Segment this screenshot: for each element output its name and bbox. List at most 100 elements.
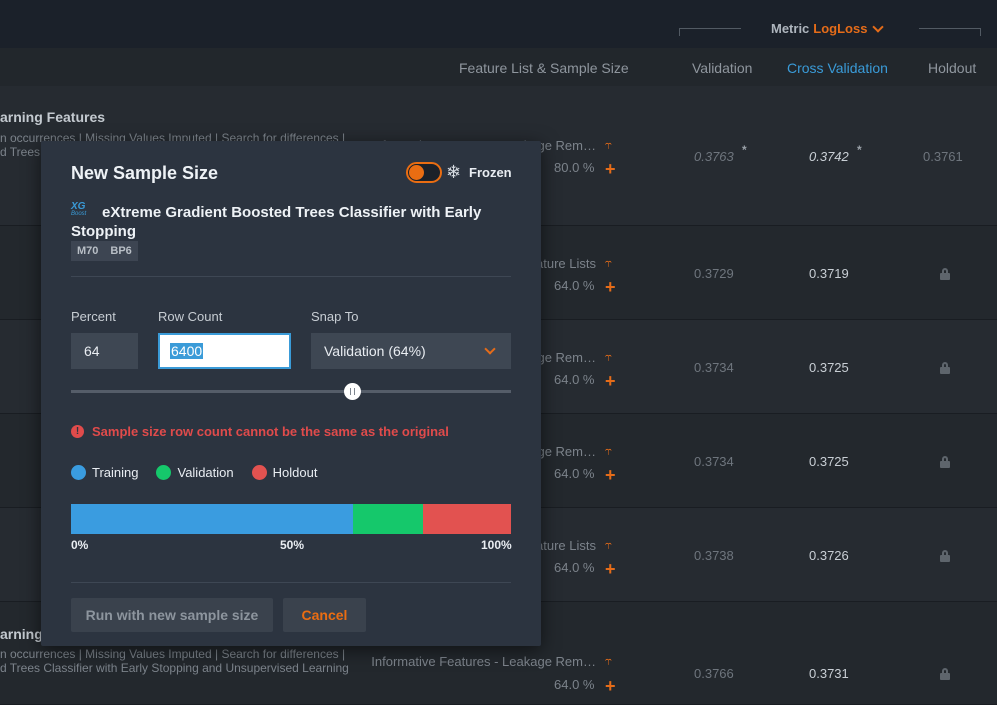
- legend-label: Validation: [177, 465, 234, 480]
- lock-icon[interactable]: [940, 668, 950, 680]
- percent-label: Percent: [71, 309, 116, 324]
- metric-selector[interactable]: Metric LogLoss: [771, 21, 885, 36]
- model-title[interactable]: arning Features: [0, 109, 105, 125]
- tick-label: 0%: [71, 538, 89, 552]
- partition-training: [71, 504, 353, 534]
- sample-pct: 64.0 %: [554, 560, 595, 575]
- model-title[interactable]: arning: [0, 626, 43, 642]
- snowflake-icon: ❄: [446, 162, 462, 182]
- legend-label: Training: [92, 465, 139, 480]
- partition-validation: [352, 504, 423, 534]
- frozen-label: Frozen: [469, 165, 512, 180]
- row-count-label: Row Count: [158, 309, 223, 324]
- new-sample-size-dialog: New Sample Size ❄ Frozen XG Boost eXtrem…: [41, 141, 541, 646]
- plus-icon[interactable]: +: [605, 278, 616, 296]
- model-steps: n occurrences | Missing Values Imputed |…: [0, 647, 346, 661]
- model-badges: M70 BP6: [71, 241, 138, 261]
- percent-input[interactable]: 64: [71, 333, 138, 369]
- blueprint-badge: BP6: [104, 241, 138, 261]
- cv-score: 0.3725: [809, 360, 849, 375]
- slider-handle[interactable]: [344, 383, 362, 400]
- legend-dot: [71, 465, 86, 480]
- branch-icon[interactable]: ⥾: [605, 351, 621, 363]
- error-icon: !: [71, 425, 84, 438]
- feature-list-name: Informative Features - Leakage Rem…: [371, 654, 596, 669]
- validation-score: 0.3763: [694, 149, 734, 164]
- snap-to-label: Snap To: [311, 309, 359, 324]
- partition-legend: Training Validation Holdout: [71, 465, 317, 480]
- column-validation[interactable]: Validation: [692, 60, 752, 76]
- cv-score: 0.3742: [809, 149, 849, 164]
- tick-label: 100%: [481, 538, 512, 552]
- row-count-input[interactable]: 6400: [158, 333, 291, 369]
- legend-validation: Validation: [156, 465, 234, 480]
- sample-size-slider[interactable]: [71, 390, 511, 393]
- legend-dot: [251, 465, 267, 480]
- error-text: Sample size row count cannot be the same…: [92, 424, 449, 439]
- sample-pct: 64.0 %: [554, 372, 595, 387]
- holdout-score: 0.3761: [923, 149, 963, 164]
- legend-training: Training: [71, 465, 138, 480]
- sample-pct: 64.0 %: [554, 278, 595, 293]
- branch-icon[interactable]: ⥾: [605, 655, 621, 667]
- validation-score: 0.3766: [694, 666, 734, 681]
- legend-holdout: Holdout: [251, 465, 318, 480]
- lock-icon[interactable]: [940, 456, 950, 468]
- sample-pct: 64.0 %: [554, 466, 595, 481]
- lock-icon[interactable]: [940, 550, 950, 562]
- partition-holdout: [422, 504, 511, 534]
- sample-pct: 64.0 %: [554, 677, 595, 692]
- model-steps: d Trees: [0, 145, 41, 159]
- validation-score: 0.3729: [694, 266, 734, 281]
- snap-to-select[interactable]: Validation (64%): [311, 333, 511, 369]
- divider: [71, 276, 511, 277]
- plus-icon[interactable]: +: [605, 372, 616, 390]
- plus-icon[interactable]: +: [605, 466, 616, 484]
- metric-bracket-left: [679, 28, 741, 36]
- row-count-value[interactable]: 6400: [170, 343, 204, 359]
- model-steps: d Trees Classifier with Early Stopping a…: [0, 661, 349, 675]
- branch-icon[interactable]: ⥾: [605, 139, 621, 151]
- plus-icon[interactable]: +: [605, 160, 616, 178]
- metric-value[interactable]: LogLoss: [813, 21, 867, 36]
- metric-bracket-right: [919, 28, 981, 36]
- cv-score: 0.3726: [809, 548, 849, 563]
- column-header: Feature List & Sample Size Validation Cr…: [0, 48, 997, 86]
- column-cross-validation[interactable]: Cross Validation: [787, 60, 888, 76]
- branch-icon[interactable]: ⥾: [605, 539, 621, 551]
- cv-score: 0.3725: [809, 454, 849, 469]
- partition-bar: [71, 504, 511, 534]
- cv-score: 0.3719: [809, 266, 849, 281]
- validation-score: 0.3734: [694, 454, 734, 469]
- plus-icon[interactable]: +: [605, 560, 616, 578]
- sample-pct: 80.0 %: [554, 160, 595, 175]
- column-feature-list[interactable]: Feature List & Sample Size: [459, 60, 629, 76]
- column-holdout[interactable]: Holdout: [928, 60, 976, 76]
- divider: [71, 582, 511, 583]
- lock-icon[interactable]: [940, 362, 950, 374]
- validation-score: 0.3734: [694, 360, 734, 375]
- snap-to-value: Validation (64%): [324, 343, 426, 359]
- model-id-badge: M70: [71, 241, 105, 261]
- toggle-knob[interactable]: [409, 165, 424, 180]
- star-icon: *: [857, 143, 862, 157]
- dialog-title: New Sample Size: [71, 163, 219, 183]
- star-icon: *: [742, 143, 747, 157]
- cv-score: 0.3731: [809, 666, 849, 681]
- metric-label: Metric: [771, 21, 810, 36]
- frozen-toggle[interactable]: [406, 162, 442, 183]
- chevron-down-icon[interactable]: [484, 342, 496, 355]
- model-name: eXtreme Gradient Boosted Trees Classifie…: [71, 204, 482, 240]
- legend-dot: [156, 465, 172, 480]
- cancel-button[interactable]: Cancel: [283, 598, 366, 632]
- legend-label: Holdout: [272, 465, 318, 480]
- lock-icon[interactable]: [940, 268, 950, 280]
- branch-icon[interactable]: ⥾: [605, 445, 621, 457]
- plus-icon[interactable]: +: [605, 677, 616, 695]
- chevron-down-icon[interactable]: [872, 21, 885, 33]
- run-new-sample-size-button[interactable]: Run with new sample size: [71, 598, 273, 632]
- tick-label: 50%: [280, 538, 305, 552]
- branch-icon[interactable]: ⥾: [605, 257, 621, 269]
- error-message: ! Sample size row count cannot be the sa…: [71, 424, 449, 439]
- top-bar: Metric LogLoss: [0, 0, 997, 48]
